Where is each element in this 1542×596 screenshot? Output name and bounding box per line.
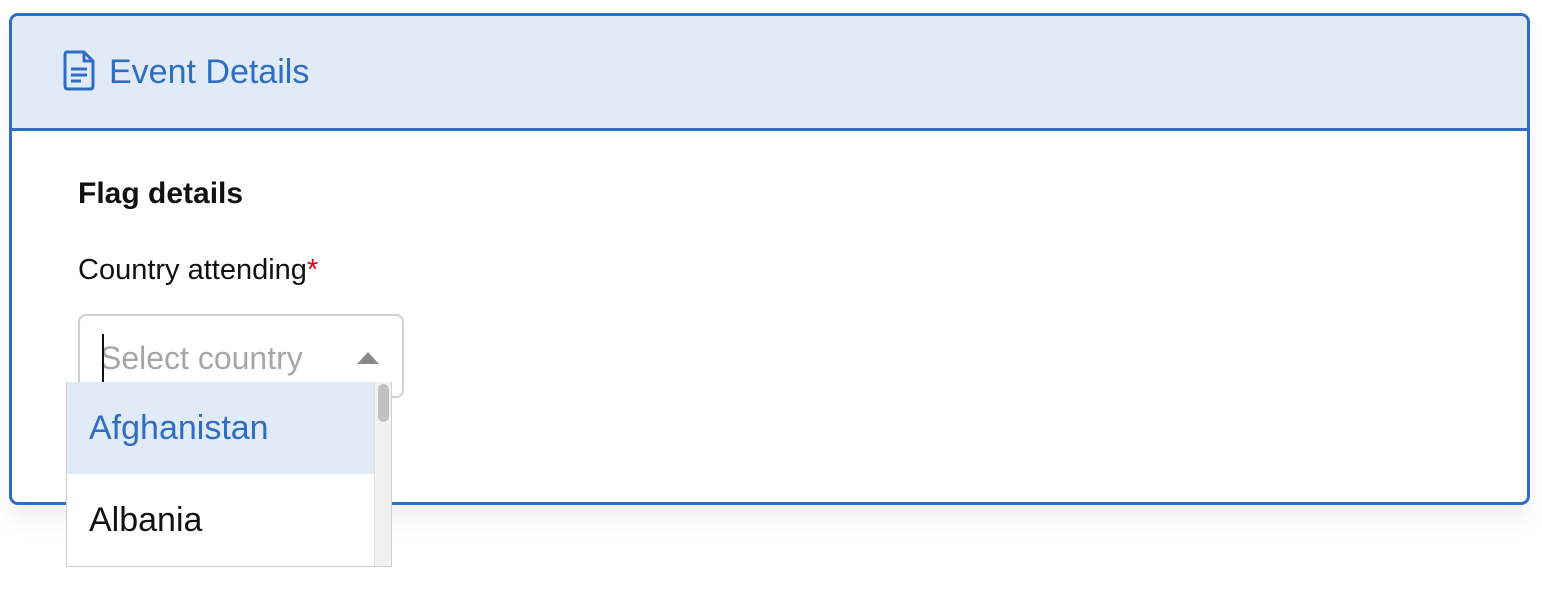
dropdown-scrollbar[interactable] (374, 382, 391, 566)
file-text-icon (62, 50, 96, 92)
card-header: Event Details (12, 16, 1527, 131)
scrollbar-thumb[interactable] (378, 384, 389, 422)
text-cursor (102, 334, 104, 384)
section-title: Flag details (78, 177, 244, 210)
caret-up-icon[interactable] (357, 352, 379, 364)
card-title: Event Details (109, 53, 310, 91)
dropdown-option-albania[interactable]: Albania (67, 474, 375, 566)
country-dropdown-menu: Afghanistan Albania (66, 382, 392, 567)
country-label-text: Country attending (78, 254, 307, 286)
country-search-input[interactable] (100, 336, 340, 380)
dropdown-option-afghanistan[interactable]: Afghanistan (67, 382, 375, 474)
required-mark: * (306, 254, 319, 286)
country-field-label: Country attending* (78, 252, 318, 288)
